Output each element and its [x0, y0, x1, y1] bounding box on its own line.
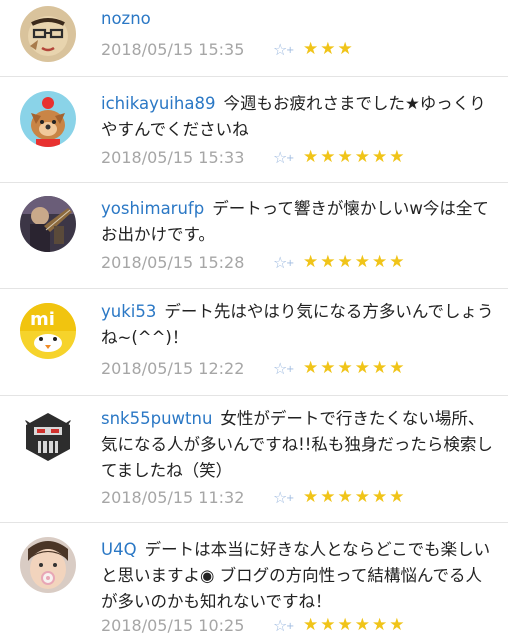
- add-star-icon[interactable]: ☆ +: [273, 359, 303, 378]
- user-avatar[interactable]: [20, 409, 76, 465]
- star-rating: ★★★★★★: [303, 487, 407, 507]
- add-star-icon[interactable]: ☆ +: [273, 616, 303, 635]
- comment-item: yoshimarufp デートって響きが懐かしいw今は全てお出かけです。 2018…: [0, 183, 508, 289]
- comment-body: U4Q デートは本当に好きな人とならどこでも楽しいと思いますよ◉ ブログの方向性っ…: [101, 537, 494, 615]
- username-link[interactable]: ichikayuiha89: [101, 94, 215, 113]
- add-star-icon[interactable]: ☆ +: [273, 253, 303, 272]
- comment-body: yoshimarufp デートって響きが懐かしいw今は全てお出かけです。: [101, 196, 494, 248]
- timestamp: 2018/05/15 15:28: [101, 252, 245, 272]
- username-link[interactable]: U4Q: [101, 540, 137, 559]
- comment-body: snk55puwtnu 女性がデートで行きたくない場所、気になる人が多いんですね!…: [101, 406, 494, 484]
- timestamp: 2018/05/15 12:22: [101, 358, 245, 378]
- star-rating: ★★★★★★: [303, 252, 407, 272]
- add-star-icon[interactable]: ☆ +: [273, 488, 303, 507]
- comment-body: yuki53 デート先はやはり気になる方多いんでしょうね~(^^)！: [101, 299, 494, 351]
- timestamp: 2018/05/15 11:32: [101, 487, 245, 507]
- comment-item: snk55puwtnu 女性がデートで行きたくない場所、気になる人が多いんですね!…: [0, 396, 508, 523]
- comment-meta: 2018/05/15 11:32 ☆ + ★★★★★★: [101, 485, 406, 509]
- comment-item: U4Q デートは本当に好きな人とならどこでも楽しいと思いますよ◉ ブログの方向性っ…: [0, 523, 508, 640]
- comment-meta: 2018/05/15 15:33 ☆ + ★★★★★★: [101, 145, 406, 169]
- star-rating: ★★★: [303, 39, 355, 59]
- timestamp: 2018/05/15 15:33: [101, 147, 245, 167]
- comment-item: mi yuki53 デート先はやはり気になる方多いんでしょうね~(^^)！ 201…: [0, 289, 508, 396]
- username-link[interactable]: yoshimarufp: [101, 199, 204, 218]
- user-avatar[interactable]: [20, 6, 76, 62]
- comment-text: デートは本当に好きな人とならどこでも楽しいと思いますよ◉ ブログの方向性って結構…: [101, 540, 491, 611]
- username-link[interactable]: snk55puwtnu: [101, 409, 212, 428]
- username-link[interactable]: yuki53: [101, 302, 156, 321]
- add-star-icon[interactable]: ☆ +: [273, 40, 303, 59]
- comment-text: デート先はやはり気になる方多いんでしょうね~(^^)！: [101, 302, 494, 347]
- comment-meta: 2018/05/15 10:25 ☆ + ★★★★★★: [101, 613, 406, 637]
- comment-body: ichikayuiha89 今週もお疲れさまでした★ゆっくりやすんでくださいね: [101, 91, 494, 143]
- comment-meta: 2018/05/15 15:35 ☆ + ★★★: [101, 37, 355, 61]
- star-rating: ★★★★★★: [303, 615, 407, 635]
- timestamp: 2018/05/15 15:35: [101, 39, 245, 59]
- user-avatar[interactable]: [20, 196, 76, 252]
- user-avatar[interactable]: [20, 91, 76, 147]
- star-rating: ★★★★★★: [303, 147, 407, 167]
- username-link[interactable]: nozno: [101, 9, 151, 28]
- comment-body: nozno: [101, 6, 494, 32]
- comment-meta: 2018/05/15 15:28 ☆ + ★★★★★★: [101, 250, 406, 274]
- comment-item: ichikayuiha89 今週もお疲れさまでした★ゆっくりやすんでくださいね 2…: [0, 77, 508, 183]
- user-avatar[interactable]: mi: [20, 303, 76, 359]
- comment-meta: 2018/05/15 12:22 ☆ + ★★★★★★: [101, 356, 406, 380]
- svg-text:mi: mi: [30, 309, 55, 330]
- timestamp: 2018/05/15 10:25: [101, 615, 245, 635]
- add-star-icon[interactable]: ☆ +: [273, 148, 303, 167]
- comment-item: nozno 2018/05/15 15:35 ☆ + ★★★: [0, 0, 508, 77]
- user-avatar[interactable]: [20, 537, 76, 593]
- star-rating: ★★★★★★: [303, 358, 407, 378]
